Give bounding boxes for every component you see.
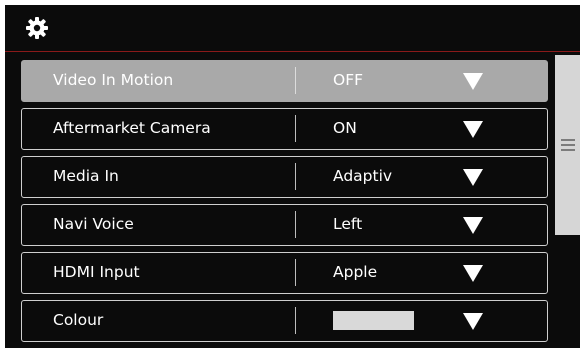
dropdown-arrow-icon[interactable] [463,217,483,234]
row-divider [295,211,296,238]
setting-value: ON [333,119,357,137]
settings-screen: Video In Motion OFF Aftermarket Camera O… [5,5,580,348]
row-divider [295,163,296,190]
setting-row-aftermarket-camera[interactable]: Aftermarket Camera ON [21,108,548,150]
row-divider [295,67,296,94]
scrollbar-thumb[interactable] [555,55,580,235]
setting-label: Video In Motion [53,71,174,89]
setting-value: OFF [333,71,364,89]
setting-label: Navi Voice [53,215,134,233]
setting-label: Colour [53,311,104,329]
setting-label: HDMI Input [53,263,140,281]
setting-value: Left [333,215,363,233]
dropdown-arrow-icon[interactable] [463,313,483,330]
settings-list: Video In Motion OFF Aftermarket Camera O… [21,60,548,348]
grip-lines-icon [561,139,575,151]
dropdown-arrow-icon[interactable] [463,121,483,138]
dropdown-arrow-icon[interactable] [463,73,483,90]
row-divider [295,115,296,142]
row-divider [295,259,296,286]
setting-row-video-in-motion[interactable]: Video In Motion OFF [21,60,548,102]
colour-swatch [333,311,414,330]
row-divider [295,307,296,334]
setting-value: Adaptiv [333,167,393,185]
setting-row-hdmi-input[interactable]: HDMI Input Apple [21,252,548,294]
gear-icon[interactable] [25,16,49,40]
setting-row-navi-voice[interactable]: Navi Voice Left [21,204,548,246]
dropdown-arrow-icon[interactable] [463,169,483,186]
scrollbar[interactable] [555,55,580,348]
setting-row-media-in[interactable]: Media In Adaptiv [21,156,548,198]
setting-label: Media In [53,167,119,185]
setting-row-colour[interactable]: Colour [21,300,548,342]
header-bar [5,5,580,52]
setting-value: Apple [333,263,378,281]
dropdown-arrow-icon[interactable] [463,265,483,282]
setting-label: Aftermarket Camera [53,119,211,137]
